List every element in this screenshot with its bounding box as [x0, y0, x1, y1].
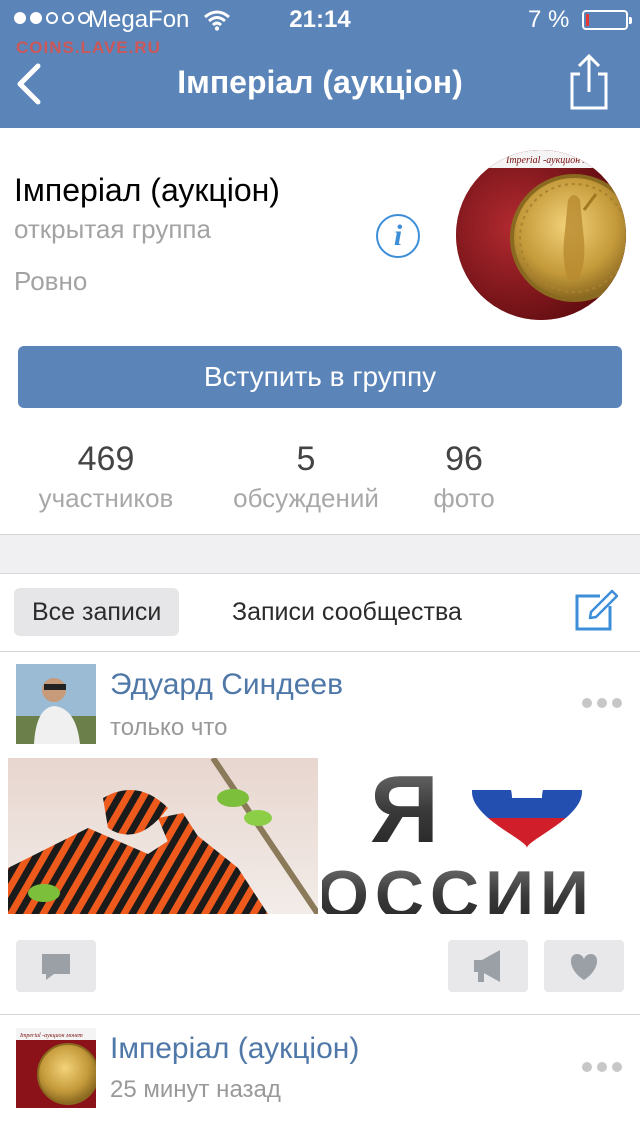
- battery-icon: [582, 10, 632, 30]
- post-author-avatar[interactable]: [16, 664, 96, 744]
- back-button[interactable]: [10, 60, 50, 108]
- photo-text-big: Я: [370, 758, 439, 863]
- group-type: открытая группа: [14, 214, 211, 244]
- section-separator: [0, 534, 640, 574]
- photo-text-bottom: ОССИИ: [322, 857, 595, 914]
- post-photo[interactable]: Я ОССИИ: [322, 758, 632, 914]
- info-button[interactable]: i: [376, 214, 420, 258]
- heart-icon: [570, 954, 598, 980]
- status-bar: MegaFon 21:14 7 %: [0, 0, 640, 40]
- like-button[interactable]: [544, 940, 624, 992]
- post-timestamp: 25 минут назад: [110, 1076, 281, 1103]
- comment-button[interactable]: [16, 940, 96, 992]
- navigation-bar: Імперіал (аукціон): [0, 40, 640, 128]
- stat-members[interactable]: 469 участников: [28, 440, 184, 514]
- post-author-name[interactable]: Эдуард Синдеев: [110, 668, 343, 702]
- repost-button[interactable]: [448, 940, 528, 992]
- battery-percent: 7 %: [528, 6, 570, 33]
- battery-level-fill: [586, 14, 589, 26]
- group-name: Імперіал (аукціон): [14, 172, 280, 208]
- post-photo[interactable]: [8, 758, 318, 914]
- more-options-icon[interactable]: [582, 698, 624, 710]
- stat-value: 5: [296, 440, 316, 478]
- join-group-button[interactable]: Вступить в группу: [18, 346, 622, 408]
- st-george-ribbon-image: [8, 758, 318, 914]
- i-love-russia-image: Я ОССИИ: [322, 758, 595, 914]
- chevron-left-icon: [17, 63, 41, 105]
- person-photo: [16, 664, 96, 744]
- post-timestamp: только что: [110, 714, 228, 741]
- info-icon: i: [393, 219, 403, 252]
- stat-label: обсуждений: [233, 483, 379, 513]
- tab-community-posts[interactable]: Записи сообщества: [214, 588, 480, 636]
- stat-value: 469: [77, 440, 135, 478]
- stat-photos[interactable]: 96 фото: [424, 440, 504, 514]
- stat-label: фото: [433, 483, 495, 513]
- post-author-avatar[interactable]: Imperial -аукцион монет: [16, 1028, 96, 1108]
- gold-coin-image: Imperial -аукцион монет: [456, 150, 626, 320]
- posts-filter-bar: Все записи Записи сообщества: [0, 574, 640, 652]
- more-options-icon[interactable]: [582, 1062, 624, 1074]
- avatar-caption: Imperial -аукцион монет: [505, 155, 611, 166]
- compose-icon: [575, 589, 618, 631]
- share-icon: [570, 53, 608, 110]
- stat-label: участников: [38, 483, 174, 513]
- group-avatar[interactable]: Imperial -аукцион монет: [456, 150, 626, 320]
- comment-icon: [42, 954, 70, 980]
- gold-coin-image: Imperial -аукцион монет: [16, 1028, 96, 1108]
- tab-all-posts[interactable]: Все записи: [14, 588, 180, 636]
- compose-button[interactable]: [574, 588, 618, 632]
- top-bar: MegaFon 21:14 7 % COINS.LAVE.RU Імперіал…: [0, 0, 640, 128]
- megaphone-icon: [474, 950, 500, 982]
- stat-discussions[interactable]: 5 обсуждений: [222, 440, 390, 514]
- post-author-name[interactable]: Імперіал (аукціон): [110, 1032, 359, 1066]
- nav-title: Імперіал (аукціон): [177, 64, 463, 100]
- post-divider: [0, 1014, 640, 1015]
- app-root: MegaFon 21:14 7 % COINS.LAVE.RU Імперіал…: [0, 0, 640, 1136]
- share-button[interactable]: [564, 52, 614, 112]
- stat-value: 96: [445, 440, 483, 478]
- group-stats: 469 участников 5 обсуждений 96 фото: [0, 440, 640, 530]
- avatar-caption: Imperial -аукцион монет: [19, 1033, 83, 1039]
- group-city: Ровно: [14, 266, 88, 296]
